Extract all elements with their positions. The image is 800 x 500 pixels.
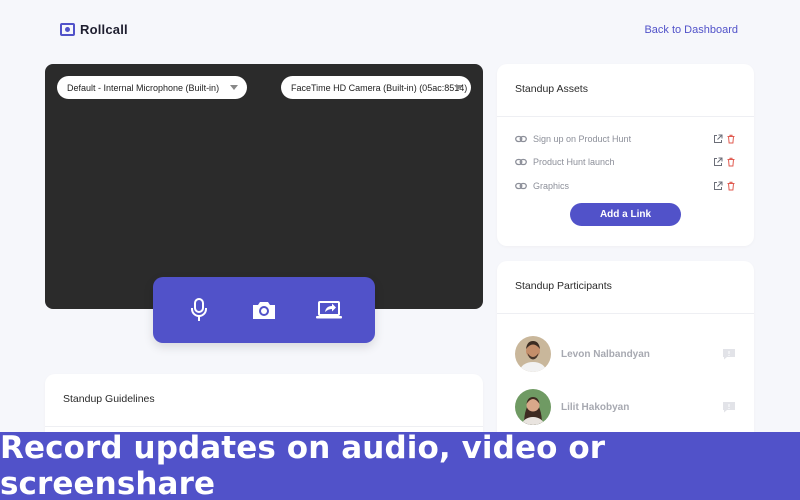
camera-select[interactable]: FaceTime HD Camera (Built-in) (05ac:8514… xyxy=(281,76,471,99)
avatar xyxy=(515,389,551,425)
record-screen-button[interactable] xyxy=(312,293,346,327)
trash-icon[interactable] xyxy=(726,181,736,191)
microphone-select[interactable]: Default - Internal Microphone (Built-in) xyxy=(57,76,247,99)
record-video-button[interactable] xyxy=(247,293,281,327)
rollcall-logo-icon xyxy=(60,23,75,36)
banner-caption: Record updates on audio, video or screen… xyxy=(0,430,606,500)
external-link-icon[interactable] xyxy=(713,157,723,167)
chevron-down-icon xyxy=(230,85,238,90)
link-icon xyxy=(515,158,527,166)
divider xyxy=(45,426,483,427)
trash-icon[interactable] xyxy=(726,134,736,144)
screenshare-icon xyxy=(315,301,342,319)
message-icon[interactable] xyxy=(722,348,736,360)
asset-label: Sign up on Product Hunt xyxy=(533,134,632,144)
top-header: Rollcall Back to Dashboard xyxy=(0,0,800,60)
add-link-button[interactable]: Add a Link xyxy=(570,203,681,226)
divider xyxy=(497,313,754,314)
participant-name: Lilit Hakobyan xyxy=(561,401,630,413)
promo-banner: Record updates on audio, video or screen… xyxy=(0,430,800,500)
asset-label: Product Hunt launch xyxy=(533,157,615,167)
video-preview: Default - Internal Microphone (Built-in)… xyxy=(45,64,483,309)
participant-name: Levon Nalbandyan xyxy=(561,348,650,360)
participant-row[interactable]: Levon Nalbandyan xyxy=(515,335,736,373)
asset-item[interactable]: Sign up on Product Hunt xyxy=(515,131,736,147)
participants-title: Standup Participants xyxy=(515,280,612,292)
external-link-icon[interactable] xyxy=(713,181,723,191)
microphone-icon xyxy=(191,298,208,321)
back-to-dashboard-link[interactable]: Back to Dashboard xyxy=(644,24,738,36)
asset-label: Graphics xyxy=(533,181,570,191)
divider xyxy=(497,116,754,117)
recording-controls xyxy=(153,277,375,343)
message-icon[interactable] xyxy=(722,401,736,413)
chevron-down-icon xyxy=(454,85,462,90)
app-name: Rollcall xyxy=(80,22,128,37)
asset-item[interactable]: Graphics xyxy=(515,178,736,194)
camera-select-value: FaceTime HD Camera (Built-in) (05ac:8514… xyxy=(291,82,468,93)
app-logo[interactable]: Rollcall xyxy=(60,22,128,37)
external-link-icon[interactable] xyxy=(713,134,723,144)
assets-title: Standup Assets xyxy=(515,83,588,95)
link-icon xyxy=(515,182,527,190)
microphone-select-value: Default - Internal Microphone (Built-in) xyxy=(67,82,220,93)
record-audio-button[interactable] xyxy=(182,293,216,327)
standup-assets-card: Standup Assets Sign up on Product Hunt P… xyxy=(497,64,754,246)
participant-row[interactable]: Lilit Hakobyan xyxy=(515,388,736,426)
avatar xyxy=(515,336,551,372)
trash-icon[interactable] xyxy=(726,157,736,167)
link-icon xyxy=(515,135,527,143)
asset-item[interactable]: Product Hunt launch xyxy=(515,154,736,170)
guidelines-title: Standup Guidelines xyxy=(63,393,155,405)
camera-icon xyxy=(252,302,275,319)
